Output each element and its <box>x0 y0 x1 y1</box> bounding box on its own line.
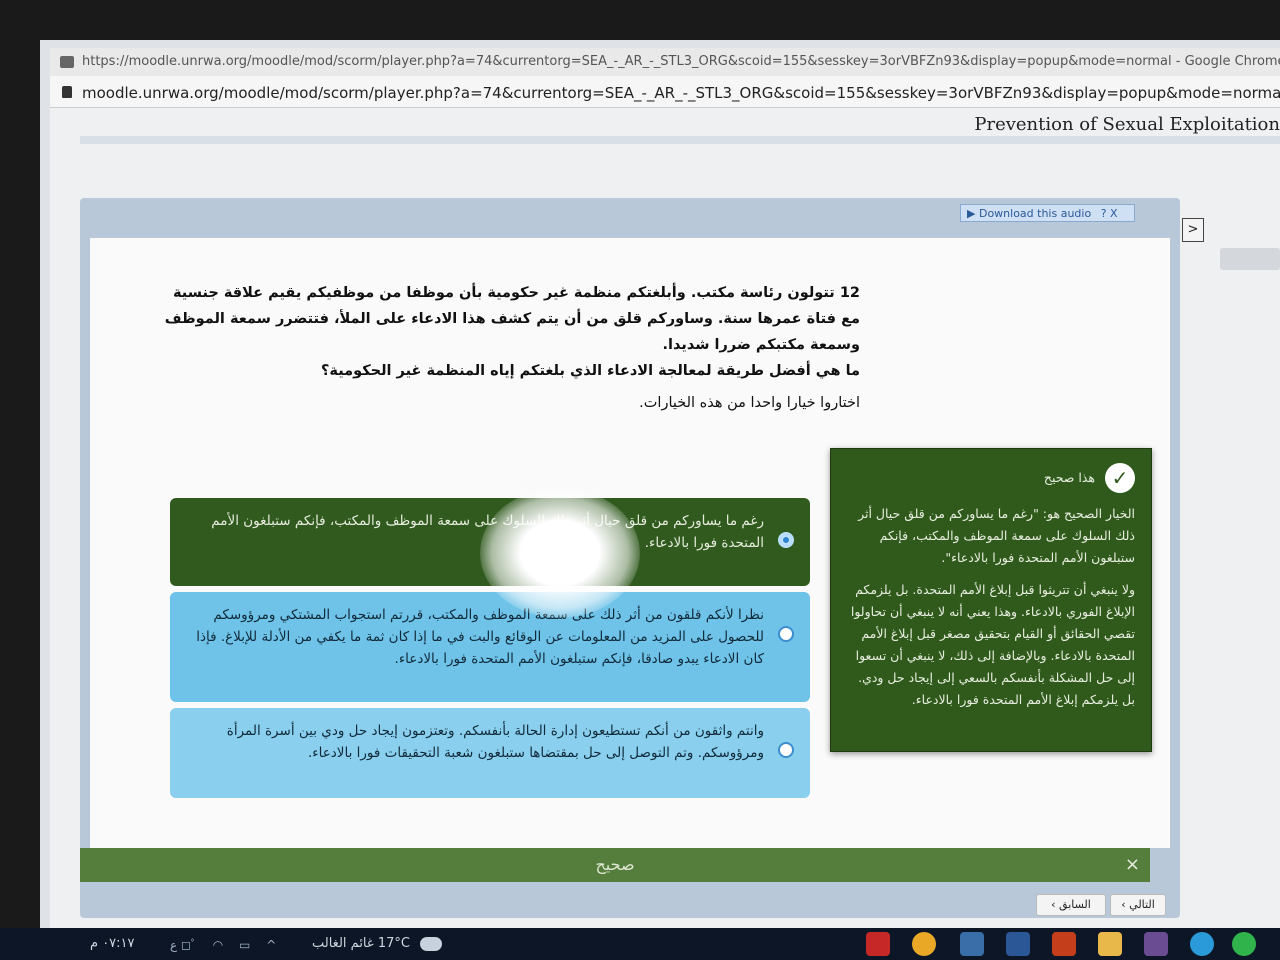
scorm-player: Prevention of Sexual Exploitation ▶ Down… <box>50 108 1280 940</box>
weather-widget[interactable]: 17°C غائم الغالب <box>312 936 443 951</box>
cloud-icon <box>420 936 443 951</box>
question-block: 12 تتولون رئاسة مكتب. وأبلغتكم منظمة غير… <box>160 280 860 416</box>
result-bar: صحيح × <box>80 848 1150 882</box>
browser-title-bar: https://moodle.unrwa.org/moodle/mod/scor… <box>50 48 1280 76</box>
pdf-app-icon[interactable] <box>866 932 890 956</box>
close-icon[interactable]: × <box>1125 848 1140 882</box>
screen: https://moodle.unrwa.org/moodle/mod/scor… <box>40 40 1280 940</box>
feedback-header: ✓ هذا صحيح <box>847 463 1135 493</box>
download-audio-button[interactable]: ▶ Download this audio ? X <box>960 204 1135 222</box>
audio-label: Download this audio <box>978 207 1092 220</box>
question-text: 12 تتولون رئاسة مكتب. وأبلغتكم منظمة غير… <box>164 285 860 353</box>
media-app-icon[interactable] <box>1144 932 1168 956</box>
feedback-heading: هذا صحيح <box>1043 470 1095 485</box>
taskbar: ٠٧:١٧ م ع ◻ﾟ ◠ ▭ ^ 17°C غائم الغالب <box>0 928 1280 960</box>
header-bar <box>80 136 1280 144</box>
feedback-popup: ✓ هذا صحيح الخيار الصحيح هو: "رغم ما يسا… <box>830 448 1152 752</box>
play-icon: ▶ <box>967 207 976 220</box>
lock-icon <box>62 86 72 98</box>
audio-help-close[interactable]: ? X <box>1101 207 1118 220</box>
choice-option-1[interactable]: رغم ما يساوركم من قلق حيال أثر ذلك السلو… <box>170 498 810 586</box>
course-title: Prevention of Sexual Exploitation <box>974 114 1280 135</box>
whatsapp-icon[interactable] <box>1232 932 1256 956</box>
choice-text: نظرا لأنكم قلقون من أثر ذلك على سمعة الم… <box>196 607 764 667</box>
file-explorer-icon[interactable] <box>1098 932 1122 956</box>
next-button[interactable]: التالي › <box>1110 894 1166 916</box>
radio-icon[interactable] <box>778 742 794 758</box>
address-text[interactable]: moodle.unrwa.org/moodle/mod/scorm/player… <box>82 84 1280 102</box>
weather-text: 17°C غائم الغالب <box>312 936 410 951</box>
browser-title: https://moodle.unrwa.org/moodle/mod/scor… <box>82 54 1280 69</box>
choice-option-3[interactable]: وانتم واثقون من أنكم تستطيعون إدارة الحا… <box>170 708 810 798</box>
feedback-paragraph-2: ولا ينبغي أن تتريثوا قبل إبلاغ الأمم الم… <box>850 582 1135 707</box>
check-circle-icon: ✓ <box>1105 463 1135 493</box>
choice-option-2[interactable]: نظرا لأنكم قلقون من أثر ذلك على سمعة الم… <box>170 592 810 702</box>
word-icon[interactable] <box>1006 932 1030 956</box>
side-tab[interactable] <box>1220 248 1280 270</box>
choice-text: رغم ما يساوركم من قلق حيال أثر ذلك السلو… <box>211 513 764 551</box>
address-bar[interactable]: moodle.unrwa.org/moodle/mod/scorm/player… <box>50 76 1280 108</box>
choice-text: وانتم واثقون من أنكم تستطيعون إدارة الحا… <box>226 723 764 761</box>
radio-selected-icon[interactable] <box>778 532 794 548</box>
previous-button[interactable]: السابق › <box>1036 894 1106 916</box>
taskbar-clock[interactable]: ٠٧:١٧ م <box>90 936 135 951</box>
powerpoint-icon[interactable] <box>1052 932 1076 956</box>
settings-app-icon[interactable] <box>960 932 984 956</box>
telegram-icon[interactable] <box>1190 932 1214 956</box>
radio-icon[interactable] <box>778 626 794 642</box>
result-label: صحيح <box>595 855 635 874</box>
question-prompt: ما هي أفضل طريقة لمعالجة الادعاء الذي بل… <box>321 363 860 379</box>
chrome-icon[interactable] <box>912 932 936 956</box>
side-next-button[interactable]: > <box>1182 218 1204 242</box>
question-instruction: اختاروا خيارا واحدا من هذه الخيارات. <box>639 395 860 411</box>
feedback-paragraph-1: الخيار الصحيح هو: "رغم ما يساوركم من قلق… <box>858 506 1135 565</box>
window-icon <box>60 56 74 68</box>
system-tray-icons[interactable]: ع ◻ﾟ ◠ ▭ ^ <box>170 936 282 953</box>
